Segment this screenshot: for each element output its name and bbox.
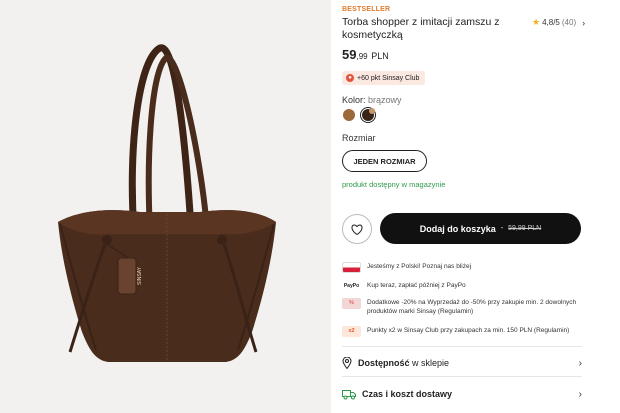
price-main: 59 (342, 47, 357, 62)
divider (342, 376, 582, 377)
price-decimals: ,99 (356, 52, 368, 61)
club-points-badge: ● +60 pkt Sinsay Club (342, 71, 426, 85)
club-points-text: +60 pkt Sinsay Club (357, 74, 420, 82)
price-separator: - (500, 225, 504, 232)
info-text: Kup teraz, zapłać później z PayPo (367, 282, 466, 289)
store-availability-link[interactable]: Dostępność w sklepie › (342, 353, 582, 373)
color-value: brązowy (368, 95, 402, 105)
delivery-label: Czas i koszt dostawy (362, 389, 453, 399)
points-coin-icon: ● (346, 74, 354, 82)
bag-illustration: SINSAY (58, 44, 276, 362)
rating-count: (40) (561, 18, 577, 27)
promo-tag-icon: % (342, 298, 361, 309)
delivery-truck-icon (342, 389, 356, 399)
old-price: 59,99 PLN (508, 225, 542, 232)
favorite-button[interactable] (342, 214, 372, 244)
info-promo[interactable]: % Dodatkowe -20% na Wyprzedaż do -50% pr… (342, 298, 592, 316)
divider (342, 346, 582, 347)
info-paypo[interactable]: PayPo Kup teraz, zapłać później z PayPo (342, 281, 592, 292)
product-info-panel: BESTSELLER Torba shopper z imitacji zams… (342, 0, 612, 413)
add-to-cart-label: Dodaj do koszyka (419, 223, 496, 234)
product-image[interactable]: SINSAY (0, 0, 331, 413)
chevron-right-icon: › (582, 17, 586, 28)
size-option-button[interactable]: JEDEN ROZMIAR (342, 150, 427, 172)
color-swatch-light-brown[interactable] (343, 109, 355, 121)
color-label-text: Kolor: (342, 95, 366, 105)
product-title: Torba shopper z imitacji zamszu z kosmet… (342, 16, 500, 41)
info-points[interactable]: x2 Punkty x2 w Sinsay Club przy zakupach… (342, 326, 592, 337)
stock-status: produkt dostępny w magazynie (342, 180, 446, 189)
size-label: Rozmiar (342, 133, 376, 143)
availability-rest: w sklepie (409, 358, 450, 368)
color-swatch-dark-brown-selected[interactable] (362, 108, 375, 121)
location-pin-icon (342, 357, 352, 369)
paypo-icon: PayPo (342, 281, 361, 292)
chevron-right-icon: › (578, 388, 582, 400)
star-icon: ★ (532, 17, 541, 27)
info-text: Dodatkowe -20% na Wyprzedaż do -50% przy… (367, 299, 577, 315)
chevron-right-icon: › (578, 357, 582, 369)
price-currency: PLN (371, 51, 389, 61)
info-polish-brand[interactable]: Jesteśmy z Polski! Poznaj nas bliżej (342, 262, 592, 273)
bag-tag-text: SINSAY (137, 266, 143, 285)
add-to-cart-button[interactable]: Dodaj do koszyka - 59,99 PLN (380, 213, 581, 244)
polish-flag-icon (342, 262, 361, 273)
product-price: 59,99 PLN (342, 47, 389, 62)
info-text: Punkty x2 w Sinsay Club przy zakupach za… (367, 327, 570, 334)
availability-label: Dostępność w sklepie (358, 358, 449, 368)
color-label: Kolor: brązowy (342, 95, 402, 105)
bestseller-badge: BESTSELLER (342, 6, 391, 13)
heart-icon (351, 224, 363, 235)
delivery-info-link[interactable]: Czas i koszt dostawy › (342, 384, 582, 404)
availability-bold: Dostępność (358, 358, 410, 368)
rating-value: 4,8/5 (542, 18, 560, 27)
info-text: Jesteśmy z Polski! Poznaj nas bliżej (367, 263, 472, 270)
points-icon: x2 (342, 326, 361, 337)
rating-summary[interactable]: ★ 4,8/5 (40) › (532, 17, 585, 28)
